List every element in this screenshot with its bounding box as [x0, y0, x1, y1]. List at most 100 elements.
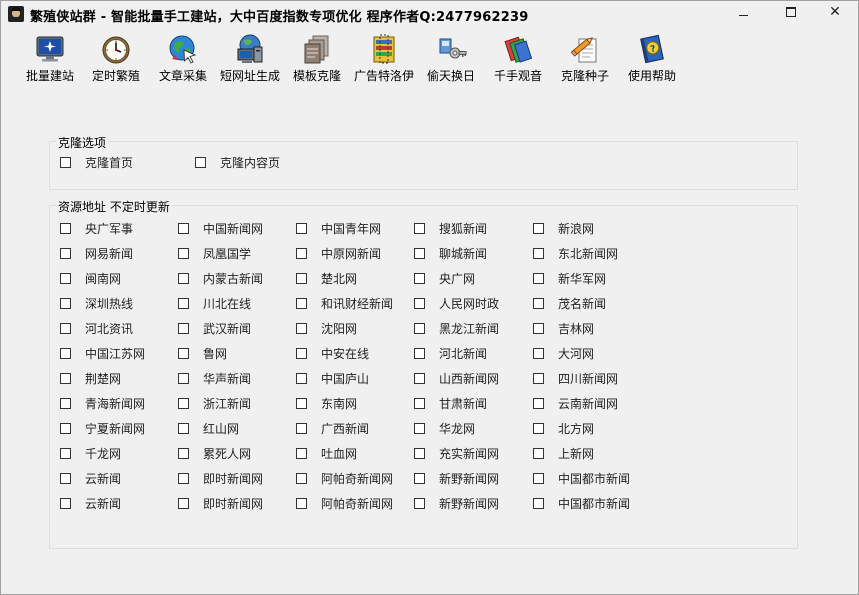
checkbox-box[interactable] [414, 223, 425, 234]
checkbox-box[interactable] [533, 398, 544, 409]
source-checkbox[interactable]: 四川新闻网 [533, 370, 618, 387]
source-checkbox[interactable]: 鲁网 [178, 345, 227, 362]
checkbox-box[interactable] [60, 248, 71, 259]
checkbox-box[interactable] [178, 273, 189, 284]
checkbox-box[interactable] [178, 448, 189, 459]
checkbox-box[interactable] [533, 223, 544, 234]
source-checkbox[interactable]: 中原网新闻 [296, 245, 381, 262]
checkbox-box[interactable] [414, 298, 425, 309]
clone-homepage-checkbox[interactable]: 克隆首页 [60, 154, 133, 171]
checkbox-box[interactable] [296, 348, 307, 359]
source-checkbox[interactable]: 华龙网 [414, 420, 475, 437]
source-checkbox[interactable]: 搜狐新闻 [414, 220, 487, 237]
source-checkbox[interactable]: 宁夏新闻网 [60, 420, 145, 437]
source-checkbox[interactable]: 广西新闻 [296, 420, 369, 437]
checkbox-box[interactable] [296, 273, 307, 284]
source-checkbox[interactable]: 央广军事 [60, 220, 133, 237]
clone-content-page-checkbox[interactable]: 克隆内容页 [195, 154, 280, 171]
checkbox-box[interactable] [178, 373, 189, 384]
checkbox-box[interactable] [60, 348, 71, 359]
checkbox-box[interactable] [178, 473, 189, 484]
checkbox-box[interactable] [296, 498, 307, 509]
source-checkbox[interactable]: 武汉新闻 [178, 320, 251, 337]
source-checkbox[interactable]: 内蒙古新闻 [178, 270, 263, 287]
maximize-button[interactable] [769, 1, 813, 23]
checkbox-box[interactable] [533, 348, 544, 359]
checkbox-box[interactable] [414, 373, 425, 384]
checkbox-box[interactable] [178, 298, 189, 309]
short-url-button[interactable]: 短网址生成 [215, 31, 285, 85]
source-checkbox[interactable]: 中国都市新闻 [533, 495, 630, 512]
checkbox-box[interactable] [414, 423, 425, 434]
article-collect-button[interactable]: 文章采集 [148, 31, 218, 85]
checkbox-box[interactable] [533, 298, 544, 309]
checkbox-box[interactable] [533, 323, 544, 334]
source-checkbox[interactable]: 荆楚网 [60, 370, 121, 387]
source-checkbox[interactable]: 楚北网 [296, 270, 357, 287]
thousand-hands-button[interactable]: 千手观音 [483, 31, 553, 85]
source-checkbox[interactable]: 新野新闻网 [414, 495, 499, 512]
checkbox-box[interactable] [60, 473, 71, 484]
checkbox-box[interactable] [296, 423, 307, 434]
checkbox-box[interactable] [414, 498, 425, 509]
source-checkbox[interactable]: 云新闻 [60, 495, 121, 512]
source-checkbox[interactable]: 华声新闻 [178, 370, 251, 387]
clone-seed-button[interactable]: 克隆种子 [550, 31, 620, 85]
checkbox-box[interactable] [178, 423, 189, 434]
source-checkbox[interactable]: 网易新闻 [60, 245, 133, 262]
source-checkbox[interactable]: 河北新闻 [414, 345, 487, 362]
checkbox-box[interactable] [178, 248, 189, 259]
source-checkbox[interactable]: 中国庐山 [296, 370, 369, 387]
checkbox-box[interactable] [178, 348, 189, 359]
minimize-button[interactable] [721, 1, 765, 23]
checkbox-box[interactable] [296, 373, 307, 384]
source-checkbox[interactable]: 人民网时政 [414, 295, 499, 312]
source-checkbox[interactable]: 中国青年网 [296, 220, 381, 237]
checkbox-box[interactable] [60, 398, 71, 409]
checkbox-box[interactable] [60, 423, 71, 434]
checkbox-box[interactable] [296, 473, 307, 484]
source-checkbox[interactable]: 新浪网 [533, 220, 594, 237]
source-checkbox[interactable]: 千龙网 [60, 445, 121, 462]
checkbox-box[interactable] [178, 398, 189, 409]
source-checkbox[interactable]: 河北资讯 [60, 320, 133, 337]
source-checkbox[interactable]: 青海新闻网 [60, 395, 145, 412]
checkbox-box[interactable] [414, 323, 425, 334]
source-checkbox[interactable]: 云南新闻网 [533, 395, 618, 412]
checkbox-box[interactable] [414, 473, 425, 484]
checkbox-box[interactable] [414, 348, 425, 359]
checkbox-box[interactable] [60, 498, 71, 509]
checkbox-box[interactable] [533, 373, 544, 384]
source-checkbox[interactable]: 中国新闻网 [178, 220, 263, 237]
checkbox-box[interactable] [533, 448, 544, 459]
source-checkbox[interactable]: 聊城新闻 [414, 245, 487, 262]
source-checkbox[interactable]: 累死人网 [178, 445, 251, 462]
checkbox-box[interactable] [414, 398, 425, 409]
title-bar[interactable]: 繁殖侠站群 - 智能批量手工建站，大中百度指数专项优化 程序作者Q:247796… [1, 1, 858, 28]
source-checkbox[interactable]: 深圳热线 [60, 295, 133, 312]
checkbox-box[interactable] [60, 298, 71, 309]
swap-button[interactable]: 偷天换日 [416, 31, 486, 85]
checkbox-box[interactable] [296, 448, 307, 459]
source-checkbox[interactable]: 黑龙江新闻 [414, 320, 499, 337]
source-checkbox[interactable]: 吉林网 [533, 320, 594, 337]
source-checkbox[interactable]: 即时新闻网 [178, 470, 263, 487]
timed-breed-button[interactable]: 定时繁殖 [81, 31, 151, 85]
source-checkbox[interactable]: 新华军网 [533, 270, 606, 287]
source-checkbox[interactable]: 充实新闻网 [414, 445, 499, 462]
source-checkbox[interactable]: 闽南网 [60, 270, 121, 287]
checkbox-box[interactable] [296, 223, 307, 234]
checkbox-box[interactable] [296, 298, 307, 309]
source-checkbox[interactable]: 阿帕奇新闻网 [296, 470, 393, 487]
source-checkbox[interactable]: 山西新闻网 [414, 370, 499, 387]
source-checkbox[interactable]: 浙江新闻 [178, 395, 251, 412]
checkbox-box[interactable] [533, 248, 544, 259]
close-button[interactable]: ✕ [813, 1, 857, 23]
batch-build-button[interactable]: 批量建站 [15, 31, 85, 85]
source-checkbox[interactable]: 大河网 [533, 345, 594, 362]
checkbox-box[interactable] [533, 273, 544, 284]
checkbox-box[interactable] [60, 373, 71, 384]
source-checkbox[interactable]: 东南网 [296, 395, 357, 412]
checkbox-box[interactable] [414, 248, 425, 259]
source-checkbox[interactable]: 红山网 [178, 420, 239, 437]
